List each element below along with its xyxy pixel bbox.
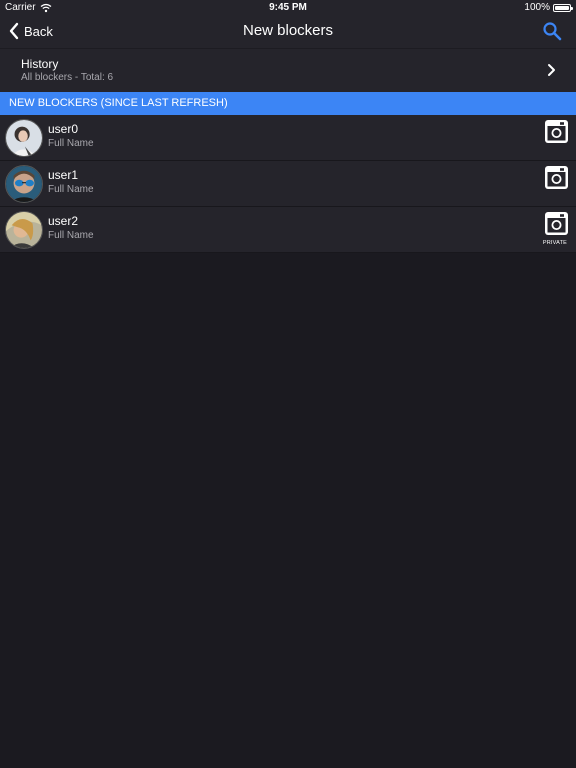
instagram-icon[interactable]: [545, 120, 568, 143]
history-subtitle: All blockers - Total: 6: [21, 72, 114, 83]
instagram-icon[interactable]: [545, 212, 568, 235]
chevron-right-icon: [548, 64, 555, 76]
instagram-icon[interactable]: [545, 166, 568, 189]
avatar: [5, 211, 43, 249]
private-badge: PRIVATE: [542, 240, 567, 246]
status-bar: Carrier 9:45 PM 100%: [0, 0, 576, 16]
username: user0: [48, 122, 79, 136]
username: user1: [48, 168, 79, 182]
search-icon[interactable]: [542, 21, 562, 41]
history-title: History: [21, 57, 59, 71]
navigation-bar: Back New blockers: [0, 16, 576, 48]
battery-indicator: 100%: [524, 2, 573, 13]
avatar: [5, 165, 43, 203]
full-name: Full Name: [48, 230, 94, 241]
username: user2: [48, 214, 79, 228]
list-item[interactable]: user0 Full Name: [0, 115, 576, 161]
page-title: New blockers: [242, 22, 334, 39]
avatar: [5, 119, 43, 157]
full-name: Full Name: [48, 138, 94, 149]
list-item[interactable]: user1 Full Name: [0, 161, 576, 207]
battery-icon: [553, 3, 573, 12]
full-name: Full Name: [48, 184, 94, 195]
section-header: NEW BLOCKERS (SINCE LAST REFRESH): [0, 92, 576, 115]
status-time: 9:45 PM: [269, 2, 307, 13]
history-row[interactable]: History All blockers - Total: 6: [0, 48, 576, 92]
battery-percent: 100%: [524, 2, 550, 13]
user-list: user0 Full Name user1 Full Name user2 Fu…: [0, 115, 576, 253]
list-item[interactable]: user2 Full Name PRIVATE: [0, 207, 576, 253]
